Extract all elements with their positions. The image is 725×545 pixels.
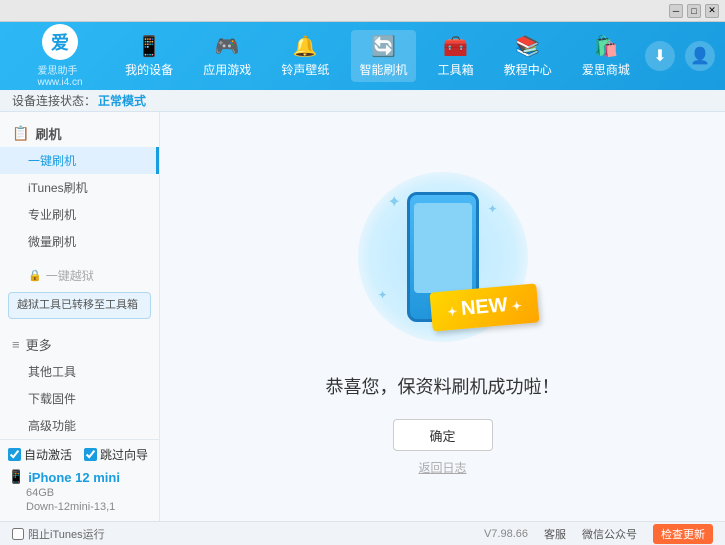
skip-wizard-input[interactable] <box>84 448 97 461</box>
close-button[interactable]: ✕ <box>705 4 719 18</box>
nav-item-ringtones[interactable]: 🔔 铃声壁纸 <box>273 30 337 82</box>
customer-service-link[interactable]: 客服 <box>544 526 566 542</box>
block-itunes-checkbox[interactable] <box>12 528 24 540</box>
title-bar: ─ □ ✕ <box>0 0 725 22</box>
content-area: ✦ ✦ ✦ NEW 恭喜您，保资料刷机成功啦！ 确定 返回日志 <box>160 112 725 521</box>
sparkle-1: ✦ <box>388 192 401 212</box>
download-button[interactable]: ⬇ <box>645 41 675 71</box>
status-right: V7.98.66 客服 微信公众号 检查更新 <box>484 524 713 544</box>
nav-item-store[interactable]: 🛍️ 爱思商城 <box>574 30 638 82</box>
nav-item-toolbox[interactable]: 🧰 工具箱 <box>430 30 482 82</box>
sidebar-note-box: 越狱工具已转移至工具箱 <box>8 292 151 319</box>
sidebar-item-pro-flash[interactable]: 专业刷机 <box>0 201 159 228</box>
back-link[interactable]: 返回日志 <box>418 459 466 476</box>
sparkle-3: ✦ <box>378 288 388 302</box>
connect-status-bar: 设备连接状态： 正常模式 <box>0 90 725 112</box>
skip-wizard-checkbox[interactable]: 跳过向导 <box>84 446 148 463</box>
logo-subtitle: 爱思助手 www.i4.cn <box>37 62 82 88</box>
phone-icon: 📱 <box>8 469 24 485</box>
logo-area: 爱 爱思助手 www.i4.cn <box>10 24 110 88</box>
version-label: V7.98.66 <box>484 528 528 540</box>
sidebar-bottom: 自动激活 跳过向导 📱 iPhone 12 mini 64GB Down-12m… <box>0 439 159 515</box>
nav-item-apps-games[interactable]: 🎮 应用游戏 <box>195 30 259 82</box>
nav-item-smart-flash[interactable]: 🔄 智能刷机 <box>351 30 415 82</box>
logo-icon: 爱 <box>42 24 78 60</box>
apps-games-icon: 🎮 <box>215 34 240 59</box>
status-left: 阻止iTunes运行 <box>12 526 484 542</box>
toolbox-icon: 🧰 <box>443 34 468 59</box>
sidebar-item-other-tools[interactable]: 其他工具 <box>0 358 159 385</box>
flash-section-header: 📋 刷机 <box>0 120 159 147</box>
check-update-button[interactable]: 检查更新 <box>653 524 713 544</box>
sidebar-locked-jailbreak: 🔒 一键越狱 <box>0 263 159 288</box>
user-button[interactable]: 👤 <box>685 41 715 71</box>
auto-setup-input[interactable] <box>8 448 21 461</box>
checkbox-row: 自动激活 跳过向导 <box>8 446 151 463</box>
connect-status-label: 设备连接状态： <box>12 92 96 109</box>
restore-button[interactable]: □ <box>687 4 701 18</box>
status-bar: 阻止iTunes运行 V7.98.66 客服 微信公众号 检查更新 <box>0 521 725 545</box>
sidebar-item-advanced[interactable]: 高级功能 <box>0 412 159 439</box>
window-controls[interactable]: ─ □ ✕ <box>669 4 719 18</box>
auto-setup-checkbox[interactable]: 自动激活 <box>8 446 72 463</box>
new-banner: NEW <box>429 283 539 331</box>
sidebar-item-one-click-flash[interactable]: 一键刷机 <box>0 147 159 174</box>
ringtones-icon: 🔔 <box>293 34 318 59</box>
sparkle-2: ✦ <box>487 202 497 216</box>
device-name: 📱 iPhone 12 mini <box>8 469 151 485</box>
nav-items: 📱 我的设备 🎮 应用游戏 🔔 铃声壁纸 🔄 智能刷机 🧰 工具箱 📚 教程中心… <box>110 30 645 82</box>
block-itunes-label: 阻止iTunes运行 <box>28 526 105 542</box>
device-storage: 64GB <box>8 487 151 499</box>
wechat-link[interactable]: 微信公众号 <box>582 526 637 542</box>
nav-item-tutorials[interactable]: 📚 教程中心 <box>496 30 560 82</box>
connect-status-value: 正常模式 <box>98 92 146 109</box>
top-nav: 爱 爱思助手 www.i4.cn 📱 我的设备 🎮 应用游戏 🔔 铃声壁纸 🔄 … <box>0 22 725 90</box>
sidebar: 📋 刷机 一键刷机 iTunes刷机 专业刷机 微量刷机 🔒 一键越狱 越狱工具… <box>0 112 160 521</box>
smart-flash-icon: 🔄 <box>371 34 396 59</box>
phone-screen <box>414 203 472 293</box>
lock-icon: 🔒 <box>28 269 42 282</box>
sidebar-item-save-data-flash[interactable]: 微量刷机 <box>0 228 159 255</box>
tutorials-icon: 📚 <box>515 34 540 59</box>
main-area: 📋 刷机 一键刷机 iTunes刷机 专业刷机 微量刷机 🔒 一键越狱 越狱工具… <box>0 112 725 521</box>
confirm-button[interactable]: 确定 <box>393 419 493 451</box>
success-message: 恭喜您，保资料刷机成功啦！ <box>326 373 560 399</box>
my-device-icon: 📱 <box>137 34 162 59</box>
nav-right-buttons: ⬇ 👤 <box>645 41 715 71</box>
sidebar-item-download-firmware[interactable]: 下载固件 <box>0 385 159 412</box>
flash-section-icon: 📋 <box>12 125 29 142</box>
more-section-header: ≡ 更多 <box>0 331 159 358</box>
more-icon: ≡ <box>12 337 20 352</box>
minimize-button[interactable]: ─ <box>669 4 683 18</box>
nav-item-my-device[interactable]: 📱 我的设备 <box>117 30 181 82</box>
store-icon: 🛍️ <box>593 34 618 59</box>
device-model: Down-12mini-13,1 <box>8 501 151 513</box>
phone-illustration: ✦ ✦ ✦ NEW <box>343 157 543 357</box>
sidebar-item-itunes-flash[interactable]: iTunes刷机 <box>0 174 159 201</box>
